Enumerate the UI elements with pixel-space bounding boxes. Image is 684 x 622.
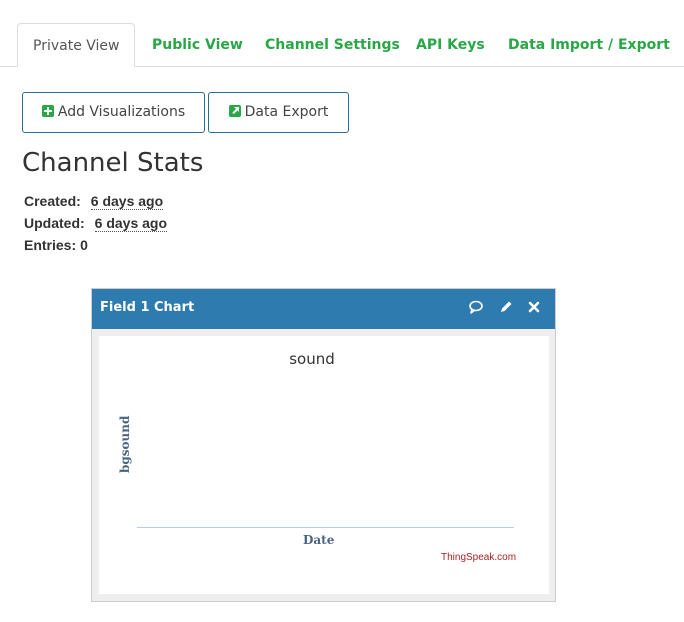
- tab-channel-settings[interactable]: Channel Settings: [265, 23, 400, 67]
- y-axis-label: bgsound: [118, 415, 132, 473]
- data-export-label: Data Export: [244, 104, 329, 120]
- pencil-icon[interactable]: [498, 299, 514, 315]
- external-link-icon: [228, 105, 241, 117]
- stat-entries: Entries: 0: [24, 237, 88, 253]
- created-value: 6 days ago: [90, 193, 164, 210]
- widget-header: Field 1 Chart: [92, 289, 555, 329]
- entries-value: 0: [80, 237, 88, 253]
- data-export-button[interactable]: Data Export: [208, 92, 349, 133]
- add-visualizations-label: Add Visualizations: [57, 104, 186, 120]
- tab-private-view[interactable]: Private View: [17, 23, 136, 67]
- widget-title: Field 1 Chart: [100, 300, 195, 315]
- updated-value: 6 days ago: [94, 215, 168, 232]
- add-visualizations-button[interactable]: Add Visualizations: [22, 92, 205, 133]
- field-1-chart-widget: Field 1 Chart sound bgsound Date ThingSp…: [91, 288, 556, 602]
- tab-data-import-export[interactable]: Data Import / Export: [508, 23, 670, 67]
- created-label: Created:: [24, 193, 81, 209]
- x-axis-line: [137, 527, 514, 528]
- plus-square-icon: [41, 105, 54, 117]
- chart-title: sound: [289, 350, 335, 368]
- stat-created: Created: 6 days ago: [24, 193, 164, 210]
- entries-label: Entries:: [24, 237, 77, 253]
- x-axis-label: Date: [303, 533, 335, 547]
- channel-stats-title: Channel Stats: [22, 148, 204, 178]
- tab-public-view[interactable]: Public View: [152, 23, 243, 67]
- chart-area: sound bgsound Date ThingSpeak.com: [99, 336, 549, 594]
- tab-api-keys[interactable]: API Keys: [416, 23, 485, 67]
- updated-label: Updated:: [24, 215, 85, 231]
- thingspeak-credit-link[interactable]: ThingSpeak.com: [441, 552, 516, 563]
- comment-icon[interactable]: [468, 299, 484, 315]
- close-icon[interactable]: [526, 299, 542, 315]
- tab-bar: Private View Public View Channel Setting…: [0, 23, 684, 67]
- stat-updated: Updated: 6 days ago: [24, 215, 168, 232]
